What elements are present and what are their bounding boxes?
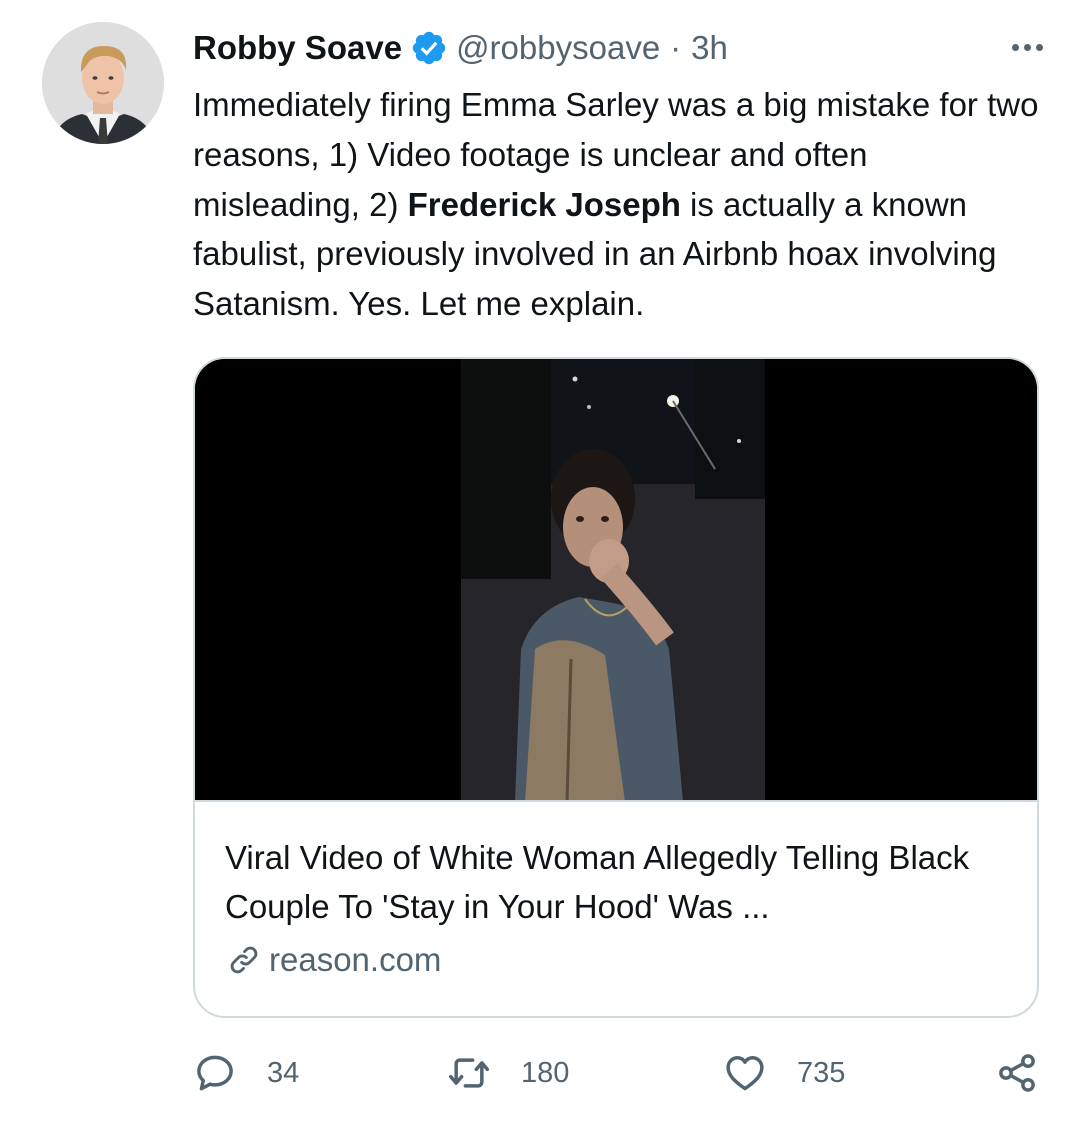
verified-badge-icon <box>412 31 446 65</box>
like-button[interactable]: 735 <box>723 1048 845 1098</box>
author-handle[interactable]: @robbysoave <box>456 29 660 67</box>
link-card[interactable]: Viral Video of White Woman Allegedly Tel… <box>193 357 1039 1018</box>
tweet-header: Robby Soave @robbysoave · 3h <box>193 24 1043 72</box>
action-bar: 34 180 735 <box>193 1048 1043 1098</box>
reply-icon <box>197 1055 233 1091</box>
reply-button[interactable]: 34 <box>193 1048 299 1098</box>
tweet[interactable]: Robby Soave @robbysoave · 3h Immediately… <box>0 0 1079 1131</box>
tweet-text: Immediately firing Emma Sarley was a big… <box>193 80 1043 329</box>
retweet-icon <box>448 1058 490 1088</box>
retweet-button[interactable]: 180 <box>447 1048 569 1098</box>
mention-frederick-joseph[interactable]: Frederick Joseph <box>408 186 681 223</box>
retweet-count: 180 <box>521 1056 570 1089</box>
share-button[interactable] <box>995 1048 1039 1098</box>
card-image[interactable] <box>195 359 1037 802</box>
more-icon[interactable] <box>1012 30 1043 64</box>
card-domain[interactable]: reason.com <box>225 941 441 979</box>
share-icon <box>999 1054 1035 1092</box>
separator: · <box>670 29 682 66</box>
author-name[interactable]: Robby Soave <box>193 29 402 67</box>
timestamp[interactable]: 3h <box>691 29 728 67</box>
card-title[interactable]: Viral Video of White Woman Allegedly Tel… <box>225 833 1005 931</box>
link-icon <box>230 946 258 974</box>
card-domain-text: reason.com <box>269 941 442 978</box>
like-icon <box>726 1056 764 1091</box>
like-count: 735 <box>797 1056 846 1089</box>
avatar[interactable] <box>42 22 164 144</box>
reply-count: 34 <box>267 1056 300 1089</box>
